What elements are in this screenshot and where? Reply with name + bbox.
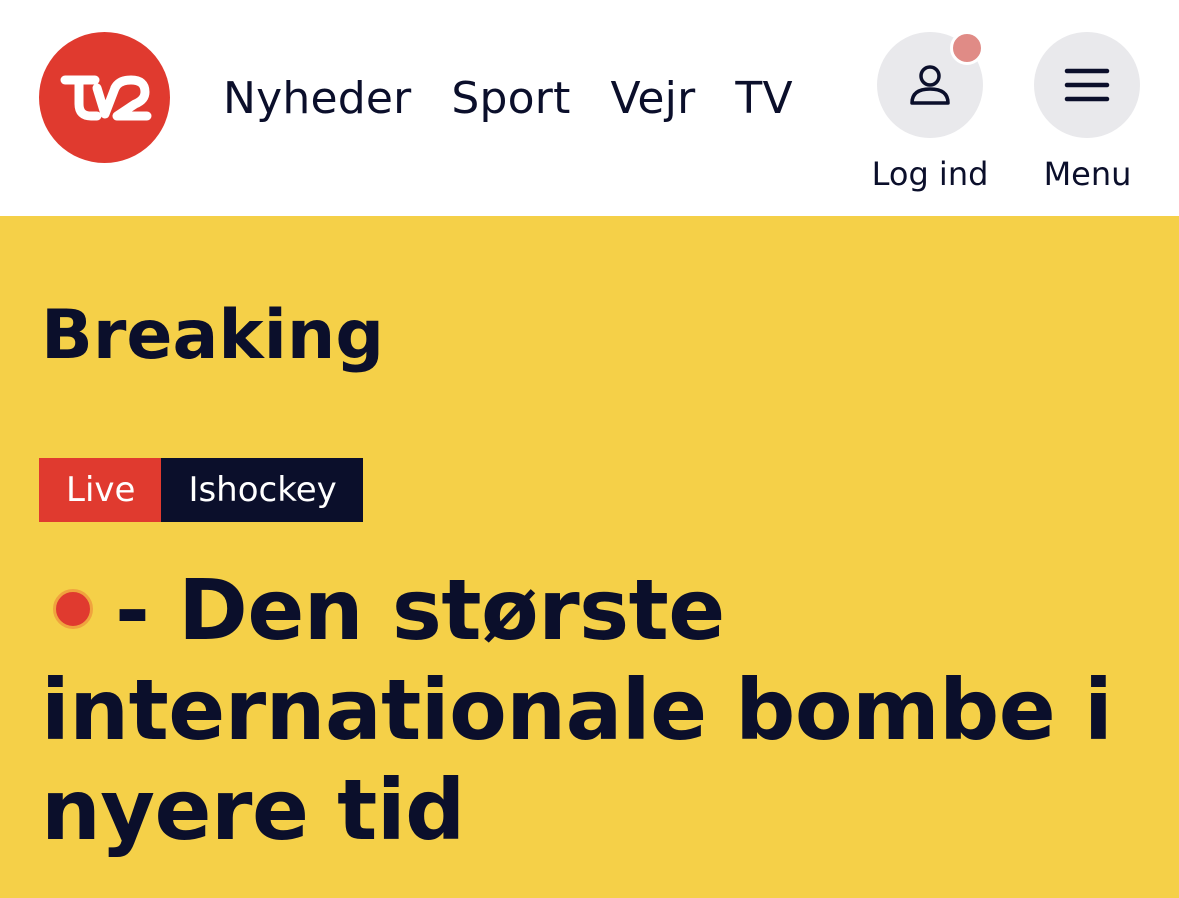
notification-dot (950, 31, 984, 65)
tv2-logo[interactable] (39, 32, 170, 163)
live-dot-icon (53, 589, 93, 630)
nav-item-tv[interactable]: TV (735, 72, 792, 126)
breaking-section: Breaking Live Ishockey - Den største int… (0, 216, 1179, 898)
category-tag[interactable]: Ishockey (161, 458, 363, 522)
login-label[interactable]: Log ind (860, 155, 1000, 193)
live-tag[interactable]: Live (39, 458, 162, 522)
nav-item-vejr[interactable]: Vejr (611, 72, 696, 126)
site-header: Nyheder Sport Vejr TV Log ind Menu (0, 0, 1179, 216)
headline-text: - Den største internationale bombe i nye… (41, 561, 1113, 859)
menu-label[interactable]: Menu (1020, 155, 1155, 193)
breaking-headline-link[interactable]: - Den største internationale bombe i nye… (41, 560, 1151, 860)
nav-item-nyheder[interactable]: Nyheder (223, 72, 411, 126)
tv2-logo-icon (60, 75, 151, 120)
menu-button[interactable] (1034, 32, 1140, 138)
main-nav: Nyheder Sport Vejr TV (223, 72, 793, 126)
breaking-title: Breaking (41, 296, 384, 375)
user-icon (910, 65, 950, 105)
nav-item-sport[interactable]: Sport (451, 72, 570, 126)
article-tags: Live Ishockey (39, 458, 363, 522)
hamburger-icon (1064, 68, 1110, 102)
